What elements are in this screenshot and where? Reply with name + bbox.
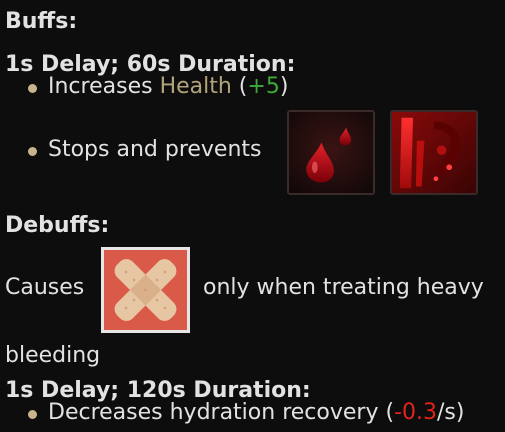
bullet-icon bbox=[28, 84, 37, 93]
paren-open: ( bbox=[231, 74, 248, 99]
blood-drops-icon bbox=[287, 110, 375, 195]
bleeding-wound-icon bbox=[390, 110, 478, 195]
effect-prefix: Increases bbox=[48, 74, 160, 99]
buffs-heading: Buffs: bbox=[5, 9, 78, 34]
bandage-pain-icon bbox=[101, 247, 190, 333]
bullet-icon bbox=[28, 147, 37, 156]
buff-effect-health: Increases Health (+5) bbox=[48, 74, 288, 99]
debuffs-heading: Debuffs: bbox=[5, 213, 110, 238]
debuff-effect-hydration: Decreases hydration recovery (-0.3/s) bbox=[48, 400, 464, 425]
stat-value-negative: -0.3 bbox=[394, 400, 437, 425]
debuff-causes-wrap: bleeding bbox=[5, 343, 101, 368]
buff-effect-stops-prevents: Stops and prevents bbox=[48, 137, 262, 162]
effect-suffix: /s) bbox=[436, 400, 465, 425]
effect-prefix: Decreases hydration recovery ( bbox=[48, 400, 395, 425]
paren-close: ) bbox=[279, 74, 289, 99]
stat-value-positive: +5 bbox=[247, 74, 280, 99]
debuff-causes-suffix: only when treating heavy bbox=[203, 275, 484, 300]
stat-name-health: Health bbox=[159, 74, 232, 99]
bullet-icon bbox=[28, 410, 37, 419]
debuff-causes-prefix: Causes bbox=[5, 275, 85, 300]
